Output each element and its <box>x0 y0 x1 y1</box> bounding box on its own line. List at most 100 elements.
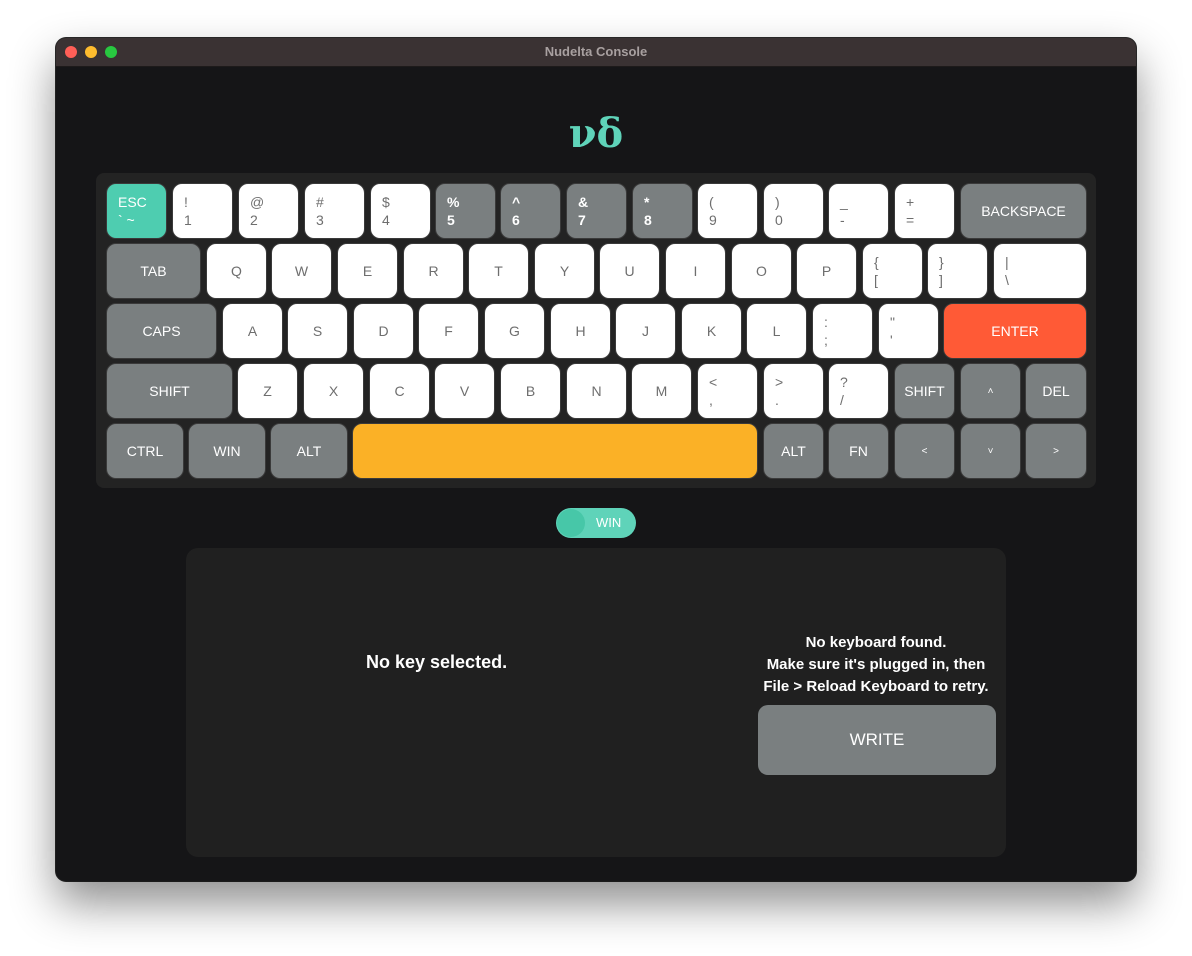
key-t[interactable]: T <box>468 243 529 299</box>
key-left-arrow[interactable]: < <box>894 423 955 479</box>
key-legend: WIN <box>213 443 241 459</box>
key-j[interactable]: J <box>615 303 676 359</box>
key-ctrl[interactable]: CTRL <box>106 423 184 479</box>
key-semicolon[interactable]: :; <box>812 303 873 359</box>
key-base-legend: / <box>840 392 844 408</box>
key-backspace[interactable]: BACKSPACE <box>960 183 1087 239</box>
key-legend: D <box>378 323 389 339</box>
key-8[interactable]: * 8 <box>632 183 693 239</box>
key-legend: ALT <box>296 443 322 459</box>
key-legend: P <box>821 263 832 279</box>
key-1[interactable]: ! 1 <box>172 183 233 239</box>
key-equals[interactable]: + = <box>894 183 955 239</box>
key-6[interactable]: ^ 6 <box>500 183 561 239</box>
key-left-bracket[interactable]: {[ <box>862 243 923 299</box>
key-shift-legend: * <box>644 194 650 210</box>
key-shift-legend: @ <box>250 194 265 210</box>
key-base-legend: , <box>709 392 713 408</box>
key-g[interactable]: G <box>484 303 545 359</box>
win-mac-toggle[interactable]: WIN <box>556 508 636 538</box>
key-z[interactable]: Z <box>237 363 298 419</box>
key-k[interactable]: K <box>681 303 742 359</box>
key-5[interactable]: % 5 <box>435 183 496 239</box>
toggle-label: WIN <box>596 515 622 530</box>
key-quote[interactable]: " ' <box>878 303 939 359</box>
key-shift-legend: ! <box>184 194 188 210</box>
key-base-legend: ; <box>824 332 828 348</box>
key-c[interactable]: C <box>369 363 430 419</box>
key-a[interactable]: A <box>222 303 283 359</box>
key-b[interactable]: B <box>500 363 561 419</box>
key-i[interactable]: I <box>665 243 726 299</box>
key-fn[interactable]: FN <box>828 423 889 479</box>
key-7[interactable]: & 7 <box>566 183 627 239</box>
key-0[interactable]: ) 0 <box>763 183 824 239</box>
key-y[interactable]: Y <box>534 243 595 299</box>
key-base-legend: \ <box>1005 272 1009 288</box>
key-2[interactable]: @2 <box>238 183 299 239</box>
key-base-legend: 7 <box>578 212 586 228</box>
key-shift-legend: ? <box>840 374 848 390</box>
key-3[interactable]: #3 <box>304 183 365 239</box>
key-down-arrow[interactable]: ˅ <box>960 423 1021 479</box>
key-9[interactable]: (9 <box>697 183 758 239</box>
key-space[interactable] <box>352 423 758 479</box>
key-right-shift[interactable]: SHIFT <box>894 363 955 419</box>
key-q[interactable]: Q <box>206 243 267 299</box>
key-f[interactable]: F <box>418 303 479 359</box>
app-window: Nudelta Console νδ ESC ` ~! 1 @2 #3 $4% 5 ^ 6 & 7 *… <box>56 38 1136 881</box>
key-u[interactable]: U <box>599 243 660 299</box>
key-legend: DEL <box>1042 383 1070 399</box>
key-legend: F <box>444 323 453 339</box>
key-base-legend: - <box>840 212 845 228</box>
key-caps[interactable]: CAPS <box>106 303 217 359</box>
key-legend: N <box>591 383 602 399</box>
key-period[interactable]: >. <box>763 363 824 419</box>
key-4[interactable]: $4 <box>370 183 431 239</box>
key-legend: R <box>428 263 439 279</box>
key-del[interactable]: DEL <box>1025 363 1087 419</box>
key-s[interactable]: S <box>287 303 348 359</box>
key-h[interactable]: H <box>550 303 611 359</box>
key-l[interactable]: L <box>746 303 807 359</box>
key-right-alt[interactable]: ALT <box>763 423 824 479</box>
key-comma[interactable]: <, <box>697 363 758 419</box>
write-button[interactable]: WRITE <box>758 705 996 775</box>
key-legend: J <box>642 323 649 339</box>
key-slash[interactable]: ? / <box>828 363 889 419</box>
key-tab[interactable]: TAB <box>106 243 201 299</box>
key-shift-legend: & <box>578 194 589 210</box>
key-o[interactable]: O <box>731 243 792 299</box>
key-w[interactable]: W <box>271 243 332 299</box>
key-r[interactable]: R <box>403 243 464 299</box>
key-up-arrow[interactable]: ˄ <box>960 363 1021 419</box>
key-backslash[interactable]: | \ <box>993 243 1087 299</box>
key-e[interactable]: E <box>337 243 398 299</box>
key-esc[interactable]: ESC ` ~ <box>106 183 167 239</box>
key-legend: G <box>509 323 520 339</box>
key-legend: E <box>362 263 373 279</box>
key-shift-legend: ^ <box>512 194 521 210</box>
key-shift-legend: ( <box>709 194 714 210</box>
key-p[interactable]: P <box>796 243 857 299</box>
key-d[interactable]: D <box>353 303 414 359</box>
key-shift-legend: + <box>906 194 915 210</box>
key-left-shift[interactable]: SHIFT <box>106 363 233 419</box>
key-v[interactable]: V <box>434 363 495 419</box>
key-base-legend: 2 <box>250 212 258 228</box>
key-win[interactable]: WIN <box>188 423 266 479</box>
key-base-legend: ' <box>890 332 893 348</box>
key-legend <box>353 424 757 478</box>
key-left-alt[interactable]: ALT <box>270 423 348 479</box>
keyboard-status-message: No keyboard found. Make sure it's plugge… <box>746 632 1006 698</box>
key-m[interactable]: M <box>631 363 692 419</box>
key-x[interactable]: X <box>303 363 364 419</box>
key-minus[interactable]: _ - <box>828 183 889 239</box>
key-enter[interactable]: ENTER <box>943 303 1087 359</box>
key-n[interactable]: N <box>566 363 627 419</box>
key-right-arrow[interactable]: > <box>1025 423 1087 479</box>
key-shift-legend: } <box>939 254 944 270</box>
key-shift-legend: " <box>890 314 895 330</box>
key-legend: X <box>328 383 339 399</box>
key-right-bracket[interactable]: }] <box>927 243 988 299</box>
